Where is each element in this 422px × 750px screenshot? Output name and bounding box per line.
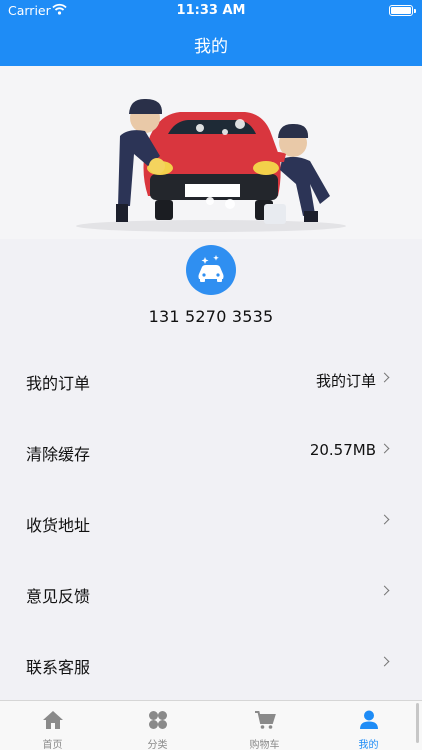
- tab-label: 分类: [147, 740, 168, 750]
- home-icon: [43, 711, 63, 729]
- menu-item-value: 20.57MB: [309, 441, 376, 459]
- tab-bar: 首页 分类 购物车 我的: [0, 700, 422, 750]
- menu-item-label: 我的订单: [26, 374, 91, 393]
- menu-item-customer-service[interactable]: 联系客服: [0, 629, 422, 700]
- menu-item-label: 联系客服: [26, 658, 91, 677]
- menu-item-feedback[interactable]: 意见反馈: [0, 558, 422, 629]
- menu-item-value: 我的订单: [315, 372, 376, 390]
- chevron-right-icon: [379, 514, 390, 525]
- menu-list: 我的订单 我的订单 清除缓存 20.57MB 收货地址 意见反馈 联系客服: [0, 345, 422, 700]
- chevron-right-icon: [379, 585, 390, 596]
- car-wash-illustration: [0, 66, 422, 239]
- profile-screen: Carrier 11:33 AM 我的 131 5270 3535 我的订单 我…: [0, 0, 422, 750]
- cart-icon: [255, 711, 276, 729]
- tab-label: 购物车: [249, 740, 280, 750]
- phone-number: 131 5270 3535: [148, 307, 274, 326]
- menu-item-clear-cache[interactable]: 清除缓存 20.57MB: [0, 416, 422, 487]
- tab-category[interactable]: 分类: [105, 701, 210, 750]
- tab-home[interactable]: 首页: [0, 701, 105, 750]
- status-time: 11:33 AM: [176, 3, 246, 18]
- category-icon: [149, 711, 167, 729]
- menu-item-label: 收货地址: [26, 516, 91, 535]
- menu-item-shipping-address[interactable]: 收货地址: [0, 487, 422, 558]
- menu-item-label: 清除缓存: [26, 445, 91, 464]
- status-bar: Carrier 11:33 AM: [0, 0, 422, 22]
- car-wash-icon: [198, 255, 224, 282]
- top-bar: Carrier 11:33 AM 我的: [0, 0, 422, 66]
- avatar[interactable]: [186, 245, 236, 295]
- car-wash-banner: [0, 66, 422, 239]
- chevron-right-icon: [379, 372, 390, 383]
- menu-item-label: 意见反馈: [26, 587, 91, 606]
- tab-label: 首页: [42, 740, 63, 750]
- menu-item-my-orders[interactable]: 我的订单 我的订单: [0, 345, 422, 416]
- tab-cart[interactable]: 购物车: [212, 701, 317, 750]
- battery-icon: [389, 5, 416, 16]
- person-icon: [360, 710, 378, 729]
- scrollbar[interactable]: [416, 703, 419, 743]
- tab-label: 我的: [358, 740, 379, 750]
- chevron-right-icon: [379, 656, 390, 667]
- chevron-right-icon: [379, 443, 390, 454]
- tab-me[interactable]: 我的: [316, 701, 421, 750]
- page-title: 我的: [194, 37, 228, 57]
